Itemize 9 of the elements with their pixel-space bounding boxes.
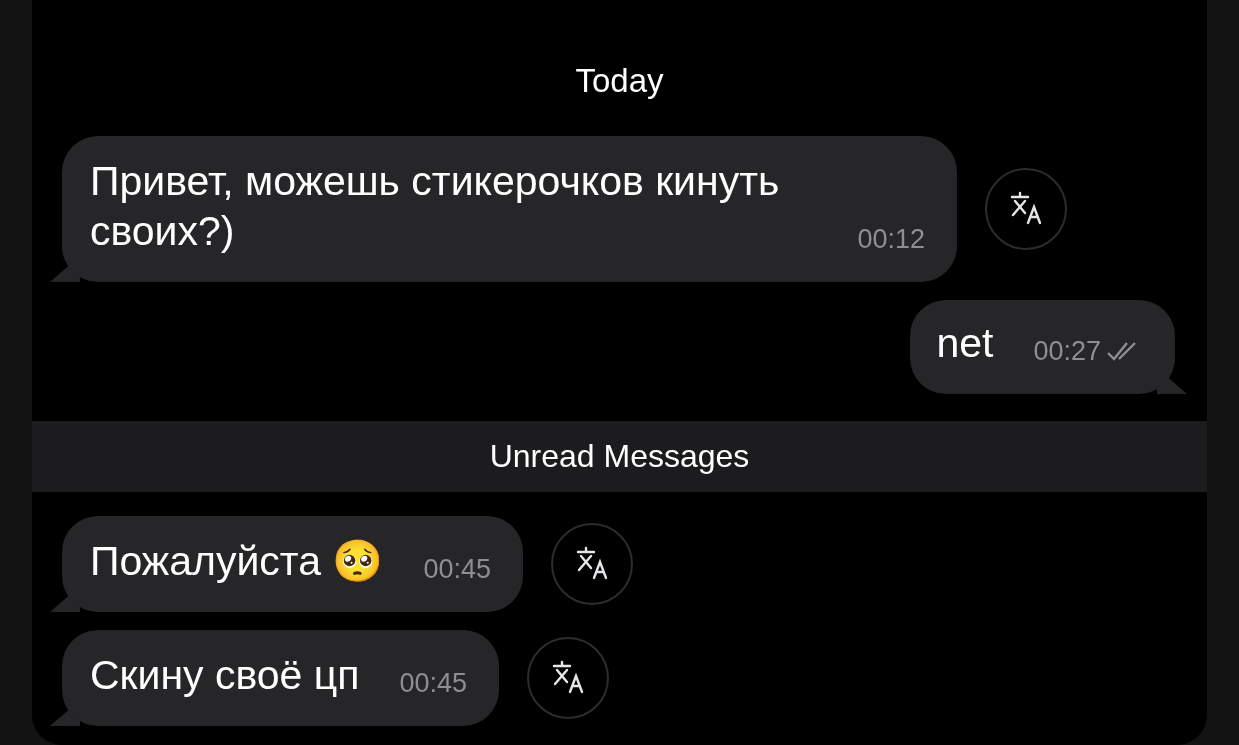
message-bubble[interactable]: Привет, можешь стикерочков кинуть своих?) 00:12	[62, 136, 957, 282]
date-label: Today	[575, 62, 664, 100]
message-bubble[interactable]: Скину своё цп 00:45	[62, 630, 500, 726]
message-time: 00:12	[857, 223, 925, 256]
message-bubble[interactable]: Пожалуйста 🥺 00:45	[62, 516, 523, 612]
message-time: 00:45	[399, 667, 468, 700]
message-time: 00:27	[1033, 335, 1101, 368]
message-bubble[interactable]: net 00:27	[910, 300, 1175, 394]
message-time: 00:45	[423, 553, 491, 586]
